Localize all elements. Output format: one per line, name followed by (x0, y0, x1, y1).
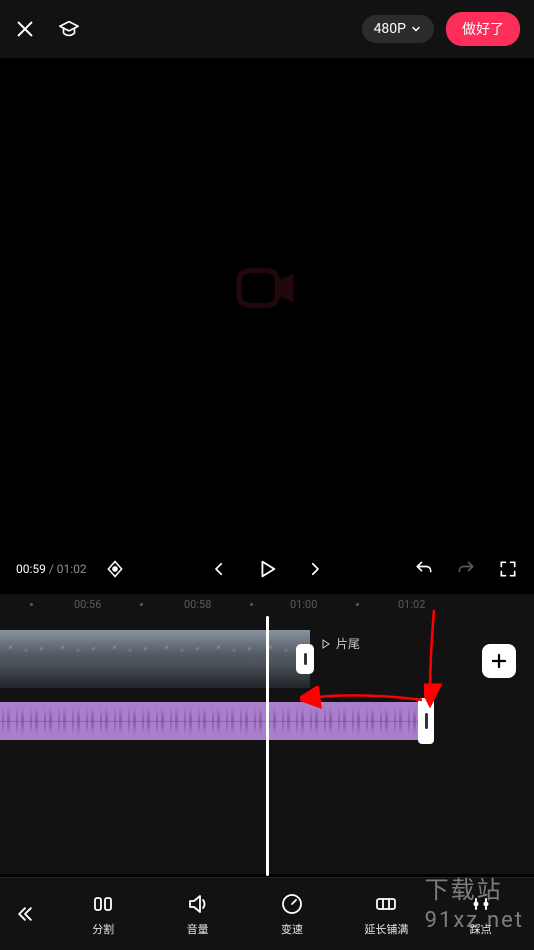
tool-label: 踩点 (470, 921, 492, 937)
ruler-tick: 00:56 (74, 598, 101, 611)
next-frame-icon[interactable] (306, 560, 324, 578)
volume-icon (186, 892, 210, 916)
tool-split[interactable]: 分割 (71, 892, 135, 937)
audio-track[interactable] (0, 702, 418, 740)
playback-controls: 00:59 / 01:02 (0, 553, 534, 585)
time-display: 00:59 / 01:02 (16, 562, 87, 576)
extend-icon (374, 892, 398, 916)
back-button[interactable] (0, 878, 50, 950)
video-track[interactable] (0, 630, 310, 688)
close-icon[interactable] (14, 18, 36, 40)
redo-icon[interactable] (456, 559, 476, 579)
video-preview[interactable] (0, 140, 534, 440)
ruler-tick: 01:02 (398, 598, 425, 611)
keyframe-icon[interactable] (105, 559, 125, 579)
done-button[interactable]: 做好了 (446, 12, 520, 46)
total-time: 01:02 (57, 562, 87, 576)
tool-label: 变速 (281, 921, 303, 937)
play-icon[interactable] (256, 558, 278, 580)
camera-watermark-icon (232, 258, 302, 322)
fullscreen-icon[interactable] (498, 559, 518, 579)
undo-icon[interactable] (414, 559, 434, 579)
speed-icon (280, 892, 304, 916)
tool-label: 延长铺满 (364, 921, 408, 937)
resolution-label: 480P (374, 21, 406, 37)
tool-label: 音量 (187, 921, 209, 937)
education-icon[interactable] (58, 18, 80, 40)
tool-volume[interactable]: 音量 (166, 892, 230, 937)
outro-label: 片尾 (336, 635, 360, 652)
outro-marker[interactable]: 片尾 (320, 635, 360, 652)
split-icon (91, 892, 115, 916)
ruler-tick: 00:58 (184, 598, 211, 611)
time-separator: / (46, 562, 57, 576)
timeline-ruler: 00:56 00:58 01:00 01:02 (0, 594, 534, 618)
timeline[interactable]: 00:56 00:58 01:00 01:02 片尾 (0, 594, 534, 874)
bottom-toolbar: 分割 音量 变速 延长铺满 踩点 (0, 877, 534, 950)
tool-speed[interactable]: 变速 (260, 892, 324, 937)
add-media-button[interactable] (482, 644, 516, 678)
ruler-tick: 01:00 (290, 598, 317, 611)
resolution-dropdown[interactable]: 480P (362, 15, 434, 43)
prev-frame-icon[interactable] (210, 560, 228, 578)
tool-label: 分割 (92, 921, 114, 937)
header-bar: 480P 做好了 (0, 0, 534, 58)
current-time: 00:59 (16, 562, 46, 576)
video-track-end-handle[interactable] (296, 644, 314, 674)
beat-icon (469, 892, 493, 916)
playhead[interactable] (266, 616, 269, 876)
done-label: 做好了 (462, 22, 504, 38)
tool-extend[interactable]: 延长铺满 (354, 892, 418, 937)
audio-track-end-handle[interactable] (418, 698, 434, 744)
tool-beat[interactable]: 踩点 (449, 892, 513, 937)
